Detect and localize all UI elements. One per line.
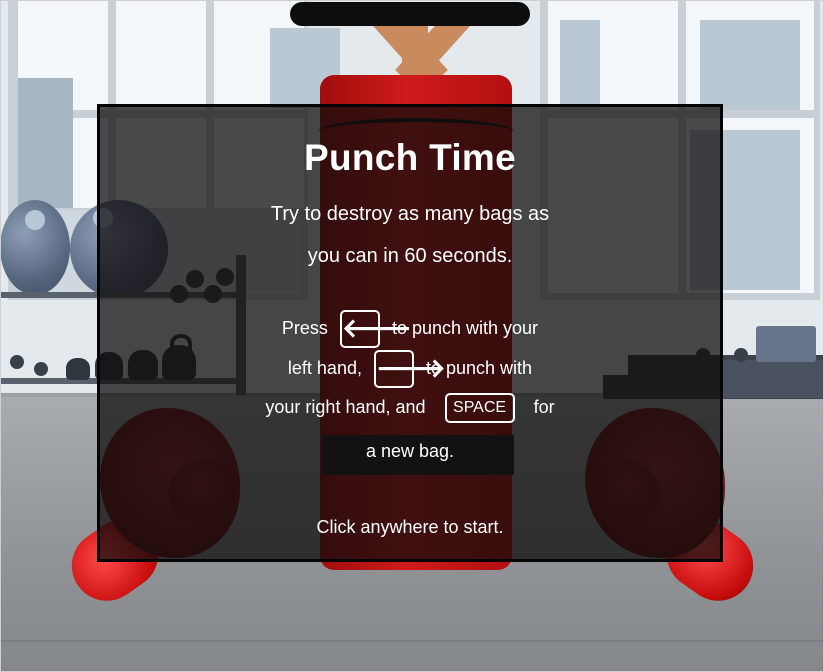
- instruction-left-text: to punch with your: [391, 317, 539, 338]
- instruction-line-3: your right hand, and SPACE for: [100, 393, 720, 423]
- instruction-space-text: for: [533, 396, 555, 417]
- intro-line-1: Try to destroy as many bags as: [270, 203, 550, 225]
- start-prompt[interactable]: Click anywhere to start.: [100, 517, 720, 538]
- game-title: Punch Time: [303, 137, 517, 178]
- space-key-label: SPACE: [444, 393, 515, 423]
- instruction-line-2: left hand, 🡒 to punch with: [100, 350, 720, 388]
- dumbbell: [10, 355, 24, 369]
- instruction-new-bag: a new bag.: [365, 441, 455, 461]
- instruction-right-hand: your right hand, and: [265, 396, 426, 417]
- bag-hanger-bar: [290, 2, 530, 26]
- instruction-press: Press: [281, 317, 328, 338]
- left-arrow-icon: 🡐: [339, 310, 412, 348]
- intro-line-2: you can in 60 seconds.: [307, 245, 513, 267]
- start-dialog[interactable]: Punch Time Try to destroy as many bags a…: [97, 104, 723, 562]
- right-arrow-icon: 🡒: [373, 350, 446, 388]
- instruction-left-hand: left hand,: [287, 357, 362, 378]
- weight-bench: [720, 360, 824, 398]
- game-scene[interactable]: Punch Time Try to destroy as many bags a…: [0, 0, 824, 672]
- instruction-right-text: to punch with: [426, 357, 533, 378]
- instruction-line-1: Press 🡐 to punch with your: [100, 310, 720, 348]
- kettlebell: [66, 358, 90, 380]
